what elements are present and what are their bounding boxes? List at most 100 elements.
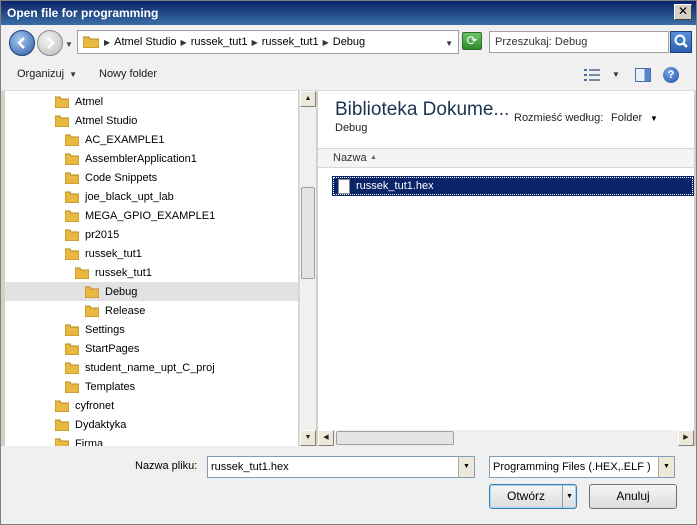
forward-button[interactable] <box>37 30 63 56</box>
folder-icon <box>55 96 69 108</box>
tree-item-label: MEGA_GPIO_EXAMPLE1 <box>85 209 216 222</box>
tree-item-label: Code Snippets <box>85 171 158 184</box>
open-file-dialog: Open file for programming ✕ ▼ ▶ Atmel St… <box>0 0 697 525</box>
change-view-icon[interactable] <box>584 68 600 82</box>
scroll-down-button[interactable]: ▼ <box>300 430 316 446</box>
breadcrumb-item[interactable]: Debug <box>333 36 365 48</box>
chevron-down-icon[interactable]: ▼ <box>458 457 474 477</box>
file-name: russek_tut1.hex <box>356 180 434 192</box>
tree-item[interactable]: MEGA_GPIO_EXAMPLE1 <box>65 206 215 225</box>
open-button[interactable]: Otwórz ▼ <box>489 484 577 509</box>
tree-item[interactable]: Templates <box>65 377 135 396</box>
address-history-dropdown[interactable]: ▼ <box>445 39 453 48</box>
tree-item-label: russek_tut1 <box>85 247 142 260</box>
tree-item[interactable]: russek_tut1 <box>75 263 152 282</box>
folder-icon <box>55 400 69 412</box>
folder-icon <box>65 381 79 393</box>
scroll-up-button[interactable]: ▲ <box>300 91 316 107</box>
address-bar[interactable]: ▶ Atmel Studio ▶ russek_tut1 ▶ russek_tu… <box>77 30 459 54</box>
tree-item-label: Release <box>105 304 146 317</box>
chevron-down-icon[interactable]: ▼ <box>650 114 658 123</box>
tree-item-label: Atmel <box>75 95 104 108</box>
tree-item[interactable]: joe_black_upt_lab <box>65 187 174 206</box>
tree-item[interactable]: AssemblerApplication1 <box>65 149 197 168</box>
file-list-horizontal-scrollbar[interactable]: ◀ ▶ <box>318 430 694 446</box>
tree-item-label: Debug <box>105 285 138 298</box>
folder-icon <box>65 229 79 241</box>
close-button[interactable]: ✕ <box>674 4 692 20</box>
folder-icon <box>65 134 79 146</box>
tree-item[interactable]: russek_tut1 <box>65 244 142 263</box>
breadcrumb: ▶ Atmel Studio ▶ russek_tut1 ▶ russek_tu… <box>104 36 366 48</box>
tree-item[interactable]: StartPages <box>65 339 139 358</box>
tree-item[interactable]: Release <box>85 301 145 320</box>
tree-item[interactable]: Settings <box>65 320 125 339</box>
folder-icon <box>55 419 69 431</box>
address-row: ▼ ▶ Atmel Studio ▶ russek_tut1 ▶ russek_… <box>1 25 696 59</box>
tree-item-label: Dydaktyka <box>75 418 127 431</box>
tree-item[interactable]: Debug <box>5 282 298 301</box>
file-type-select[interactable]: Programming Files (.HEX,.ELF ) ▼ <box>489 456 675 478</box>
navigation-scrollbar[interactable]: ▲ ▼ <box>299 91 316 446</box>
folder-icon <box>65 343 79 355</box>
chevron-down-icon[interactable]: ▼ <box>658 457 674 477</box>
new-folder-button[interactable]: Nowy folder <box>99 68 157 80</box>
organize-button[interactable]: Organizuj ▼ <box>17 68 77 80</box>
file-name-input[interactable]: russek_tut1.hex ▼ <box>207 456 475 478</box>
search-input[interactable]: Przeszukaj: Debug <box>489 31 669 53</box>
dialog-footer: Nazwa pliku: russek_tut1.hex ▼ Programmi… <box>1 446 696 524</box>
help-icon[interactable]: ? <box>663 67 679 83</box>
column-header-name[interactable]: Nazwa ▲ <box>318 148 694 168</box>
tree-item-label: AC_EXAMPLE1 <box>85 133 165 146</box>
arrange-by-label: Rozmieść według: <box>514 112 604 124</box>
folder-icon <box>65 362 79 374</box>
view-options-dropdown[interactable]: ▼ <box>612 70 620 79</box>
tree-item[interactable]: Code Snippets <box>65 168 157 187</box>
window-title: Open file for programming <box>7 6 159 20</box>
tree-item-label: Atmel Studio <box>75 114 138 127</box>
file-name-label: Nazwa pliku: <box>135 460 198 472</box>
title-bar[interactable]: Open file for programming ✕ <box>1 1 696 25</box>
tree-item[interactable]: pr2015 <box>65 225 119 244</box>
command-toolbar: Organizuj ▼ Nowy folder ▼ ? <box>1 59 696 91</box>
tree-item[interactable]: Dydaktyka <box>55 415 126 434</box>
back-button[interactable] <box>9 30 35 56</box>
scroll-left-button[interactable]: ◀ <box>318 430 334 446</box>
breadcrumb-item[interactable]: russek_tut1 <box>262 36 319 48</box>
preview-pane-icon[interactable] <box>635 68 651 82</box>
breadcrumb-item[interactable]: Atmel Studio <box>114 36 176 48</box>
folder-icon <box>65 172 79 184</box>
folder-icon <box>85 286 99 298</box>
scrollbar-thumb[interactable] <box>336 431 454 445</box>
tree-item-label: Settings <box>85 323 125 336</box>
folder-icon <box>65 191 79 203</box>
navigation-pane: Atmel Atmel Studio AC_EXAMPLE1 AssemblerApp… <box>5 91 298 446</box>
arrange-by-dropdown[interactable]: Folder <box>611 112 642 124</box>
refresh-button[interactable]: ⟳ <box>462 32 482 50</box>
tree-item-label: Templates <box>85 380 136 393</box>
column-header-label: Nazwa <box>333 152 367 164</box>
chevron-down-icon: ▼ <box>69 70 77 79</box>
recent-locations-dropdown[interactable]: ▼ <box>65 40 73 49</box>
file-list-pane: Biblioteka Dokume... Debug Rozmieść wedł… <box>318 91 694 446</box>
tree-item-label: student_name_upt_C_proj <box>85 361 215 374</box>
file-list-item[interactable]: russek_tut1.hex <box>332 176 694 196</box>
tree-item-label: StartPages <box>85 342 140 355</box>
tree-item[interactable]: Firma <box>55 434 103 446</box>
tree-item[interactable]: cyfronet <box>55 396 114 415</box>
search-button[interactable] <box>670 31 692 53</box>
tree-item-label: Firma <box>75 437 104 447</box>
scroll-right-button[interactable]: ▶ <box>678 430 694 446</box>
tree-item[interactable]: Atmel Studio <box>55 111 137 130</box>
tree-item[interactable]: student_name_upt_C_proj <box>65 358 215 377</box>
folder-icon <box>85 305 99 317</box>
open-options-dropdown[interactable]: ▼ <box>562 485 576 508</box>
tree-item[interactable]: Atmel <box>55 92 103 111</box>
tree-item-label: AssemblerApplication1 <box>85 152 197 165</box>
folder-icon <box>65 324 79 336</box>
cancel-button[interactable]: Anuluj <box>589 484 677 509</box>
scrollbar-thumb[interactable] <box>301 187 315 279</box>
forward-arrow-icon <box>47 37 55 49</box>
breadcrumb-item[interactable]: russek_tut1 <box>191 36 248 48</box>
tree-item[interactable]: AC_EXAMPLE1 <box>65 130 164 149</box>
